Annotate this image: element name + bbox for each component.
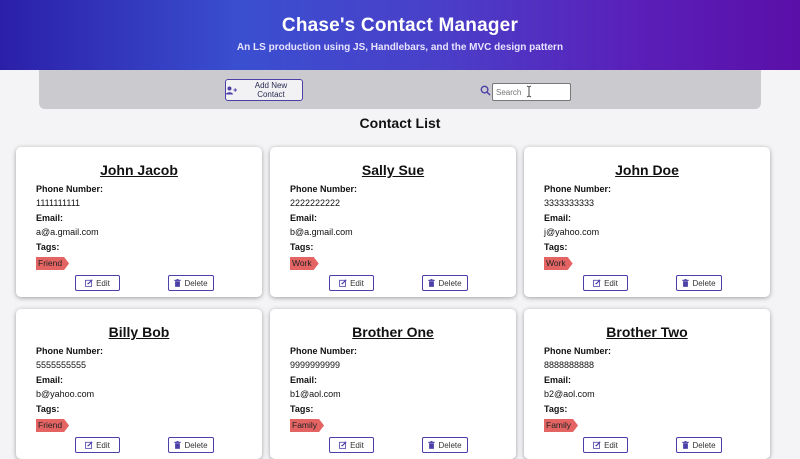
phone-label: Phone Number: (544, 184, 612, 194)
edit-button[interactable]: Edit (583, 437, 628, 453)
edit-label: Edit (604, 440, 618, 450)
contact-name: John Jacob (100, 162, 178, 178)
user-plus-icon (226, 86, 237, 94)
phone-label: Phone Number: (544, 346, 612, 356)
edit-icon (339, 441, 347, 449)
trash-icon (682, 441, 690, 449)
edit-label: Edit (350, 440, 364, 450)
delete-label: Delete (438, 278, 462, 288)
trash-icon (174, 279, 182, 287)
delete-button[interactable]: Delete (676, 437, 722, 453)
phone-value: 9999999999 (290, 360, 341, 370)
edit-label: Edit (350, 278, 364, 288)
email-label: Email: (290, 375, 318, 385)
email-value: b@a.gmail.com (290, 227, 353, 237)
phone-label: Phone Number: (290, 184, 358, 194)
contact-name: Billy Bob (108, 324, 170, 340)
tag-badge[interactable]: Family (290, 419, 324, 432)
edit-icon (85, 441, 93, 449)
edit-label: Edit (96, 278, 110, 288)
phone-value: 2222222222 (290, 198, 341, 208)
edit-icon (593, 441, 601, 449)
tag-badge[interactable]: Family (544, 419, 578, 432)
tags-label: Tags: (36, 242, 60, 252)
edit-button[interactable]: Edit (329, 275, 374, 291)
delete-label: Delete (692, 278, 716, 288)
tags-label: Tags: (290, 404, 314, 414)
phone-value: 8888888888 (544, 360, 595, 370)
email-label: Email: (544, 375, 572, 385)
toolbar: Add New Contact (39, 70, 761, 109)
trash-icon (428, 441, 436, 449)
phone-label: Phone Number: (36, 184, 104, 194)
email-label: Email: (544, 213, 572, 223)
delete-button[interactable]: Delete (422, 275, 468, 291)
edit-icon (339, 279, 347, 287)
tag-badge[interactable]: Friend (36, 419, 69, 432)
edit-button[interactable]: Edit (75, 275, 120, 291)
edit-icon (85, 279, 93, 287)
add-contact-label: Add New Contact (254, 81, 288, 99)
contact-list-heading: Contact List (359, 115, 441, 131)
delete-button[interactable]: Delete (168, 437, 214, 453)
contact-name: Brother Two (606, 324, 688, 340)
tag-badge[interactable]: Friend (36, 257, 69, 270)
email-label: Email: (290, 213, 318, 223)
edit-button[interactable]: Edit (583, 275, 628, 291)
contact-name: Brother One (352, 324, 434, 340)
tags-label: Tags: (290, 242, 314, 252)
tags-label: Tags: (36, 404, 60, 414)
tag-badge[interactable]: Work (290, 257, 319, 270)
phone-label: Phone Number: (36, 346, 104, 356)
search-icon (480, 85, 491, 96)
email-label: Email: (36, 213, 64, 223)
delete-label: Delete (438, 440, 462, 450)
email-value: b1@aol.com (290, 389, 341, 399)
email-value: a@a.gmail.com (36, 227, 99, 237)
trash-icon (682, 279, 690, 287)
phone-value: 1111111111 (36, 198, 81, 208)
page-subtitle: An LS production using JS, Handlebars, a… (236, 42, 564, 53)
delete-label: Delete (692, 440, 716, 450)
add-contact-button[interactable]: Add New Contact (225, 79, 303, 101)
edit-label: Edit (604, 278, 618, 288)
email-value: b2@aol.com (544, 389, 595, 399)
tags-label: Tags: (544, 242, 568, 252)
delete-button[interactable]: Delete (422, 437, 468, 453)
edit-button[interactable]: Edit (329, 437, 374, 453)
trash-icon (428, 279, 436, 287)
contact-card: Billy Bob Phone Number: 5555555555 Email… (16, 309, 262, 459)
contact-name: John Doe (615, 162, 679, 178)
contact-card: Brother One Phone Number: 9999999999 Ema… (270, 309, 516, 459)
delete-button[interactable]: Delete (168, 275, 214, 291)
text-cursor-icon (526, 85, 532, 98)
page-title: Chase's Contact Manager (281, 15, 519, 36)
edit-icon (593, 279, 601, 287)
email-value: j@yahoo.com (544, 227, 600, 237)
email-label: Email: (36, 375, 64, 385)
header-banner: Chase's Contact Manager An LS production… (0, 0, 800, 70)
contact-card: John Doe Phone Number: 3333333333 Email:… (524, 147, 770, 297)
edit-button[interactable]: Edit (75, 437, 120, 453)
delete-button[interactable]: Delete (676, 275, 722, 291)
contact-card: Sally Sue Phone Number: 2222222222 Email… (270, 147, 516, 297)
email-value: b@yahoo.com (36, 389, 95, 399)
contact-card: John Jacob Phone Number: 1111111111 Emai… (16, 147, 262, 297)
contact-card: Brother Two Phone Number: 8888888888 Ema… (524, 309, 770, 459)
tag-badge[interactable]: Work (544, 257, 573, 270)
edit-label: Edit (96, 440, 110, 450)
delete-label: Delete (184, 440, 208, 450)
phone-value: 5555555555 (36, 360, 87, 370)
phone-label: Phone Number: (290, 346, 358, 356)
phone-value: 3333333333 (544, 198, 595, 208)
delete-label: Delete (184, 278, 208, 288)
contact-name: Sally Sue (361, 162, 425, 178)
tags-label: Tags: (544, 404, 568, 414)
trash-icon (174, 441, 182, 449)
